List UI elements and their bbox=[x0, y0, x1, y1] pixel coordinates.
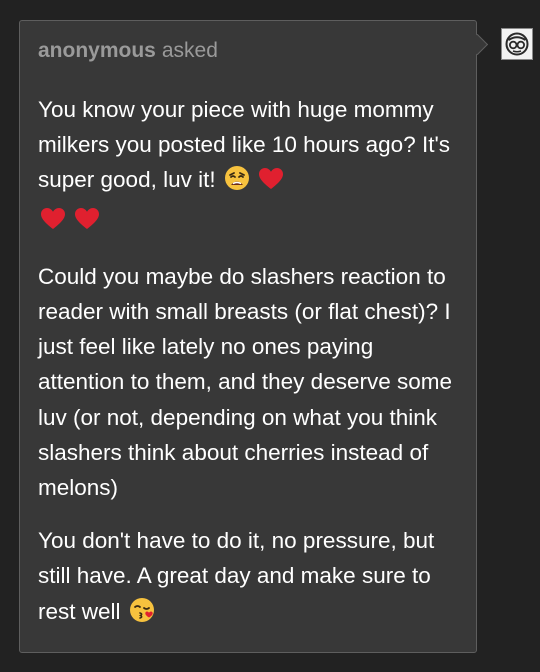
red-heart-emoji bbox=[258, 166, 284, 201]
red-heart-emoji bbox=[74, 206, 100, 241]
ask-body: You know your piece with huge mommy milk… bbox=[38, 92, 462, 651]
avatar[interactable] bbox=[501, 28, 533, 60]
ask-paragraph-2: Could you maybe do slashers reaction to … bbox=[38, 259, 462, 505]
ask-paragraph-2-text: Could you maybe do slashers reaction to … bbox=[38, 263, 452, 501]
ask-paragraph-3-text: You don't have to do it, no pressure, bu… bbox=[38, 528, 435, 624]
asker-name: anonymous bbox=[38, 39, 156, 62]
asker-line: anonymous asked bbox=[38, 39, 218, 63]
face-blowing-kiss-emoji bbox=[129, 597, 155, 633]
ask-paragraph-1: You know your piece with huge mommy milk… bbox=[38, 92, 462, 241]
asker-verb: asked bbox=[161, 39, 218, 62]
red-heart-emoji bbox=[40, 206, 66, 241]
ask-paragraph-3: You don't have to do it, no pressure, bu… bbox=[38, 523, 462, 633]
glasses-avatar-icon bbox=[505, 32, 529, 56]
ask-card: anonymous asked You know your piece with … bbox=[19, 20, 477, 653]
weary-face-emoji bbox=[224, 165, 250, 201]
